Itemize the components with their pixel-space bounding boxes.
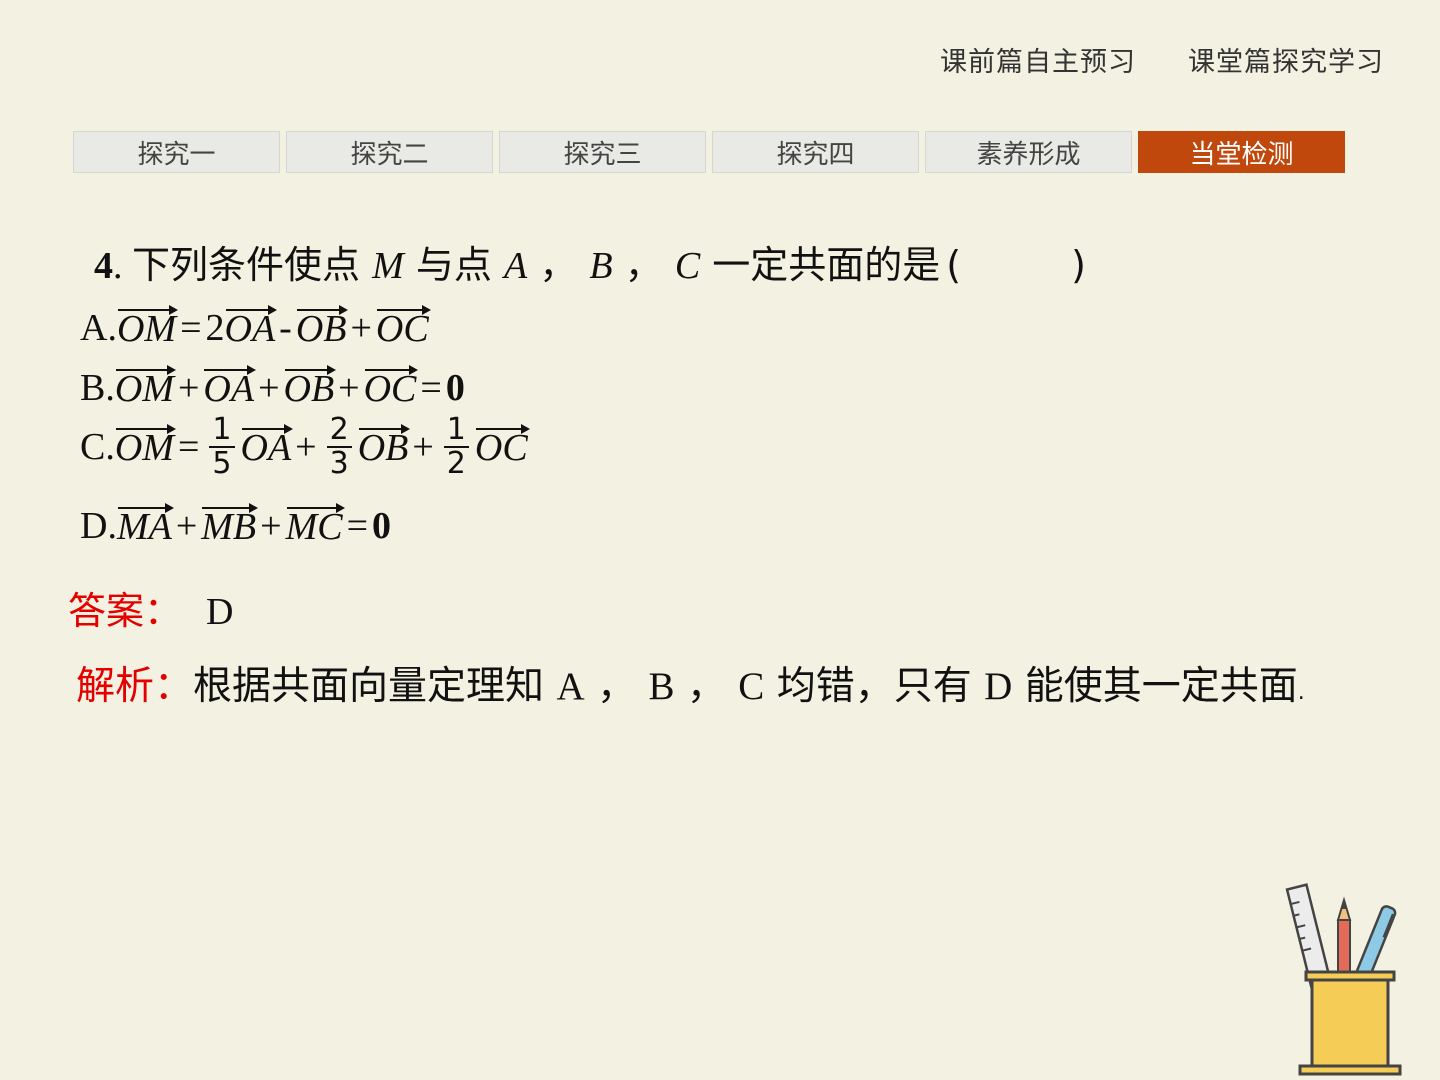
question-stem: 4. 下列条件使点 M 与点 A ， B ， C 一定共面的是() bbox=[94, 243, 1086, 287]
link-pre-class-study[interactable]: 课前篇自主预习 bbox=[940, 40, 1136, 79]
zero-vector: 0 bbox=[372, 505, 392, 547]
question-text-before: 下列条件使点 bbox=[132, 243, 361, 287]
section-tabs: 探究一 探究二 探究三 探究四 素养形成 当堂检测 bbox=[73, 131, 1345, 173]
vector-mc: MC bbox=[286, 503, 345, 549]
tab-explore-2[interactable]: 探究二 bbox=[286, 131, 493, 173]
vector-oc: OC bbox=[475, 423, 530, 470]
vector-ob: OB bbox=[284, 365, 336, 411]
point-m: M bbox=[372, 245, 404, 287]
fraction-one-half: 12 bbox=[443, 414, 469, 479]
vector-om: OM bbox=[115, 423, 177, 470]
analysis-label: 解析： bbox=[76, 664, 194, 709]
option-d: D. MA + MB + MC = 0 bbox=[80, 503, 392, 549]
option-b: B. OM + OA + OB + OC = 0 bbox=[80, 365, 465, 411]
option-a: A. OM = 2 OA - OB + OC bbox=[80, 305, 431, 351]
vector-oa: OA bbox=[225, 305, 277, 351]
vector-ob: OB bbox=[358, 423, 410, 470]
link-in-class-study[interactable]: 课堂篇探究学习 bbox=[1188, 40, 1384, 79]
tab-literacy[interactable]: 素养形成 bbox=[925, 131, 1132, 173]
answer-line: 答案： D bbox=[68, 580, 233, 635]
vector-oc: OC bbox=[364, 365, 419, 411]
question-number: 4 bbox=[94, 245, 113, 287]
option-c: C. OM = 15 OA + 23 OB + 12 OC bbox=[80, 412, 530, 481]
tab-classroom-check[interactable]: 当堂检测 bbox=[1138, 131, 1345, 173]
fraction-two-thirds: 23 bbox=[326, 414, 352, 479]
vector-oa: OA bbox=[241, 423, 293, 470]
tab-explore-1[interactable]: 探究一 bbox=[73, 131, 280, 173]
vector-ma: MA bbox=[117, 503, 174, 549]
fraction-one-fifth: 15 bbox=[209, 414, 235, 479]
question-text-mid: 与点 bbox=[415, 243, 492, 287]
pencil-cup-icon bbox=[1285, 883, 1402, 1076]
vector-ob: OB bbox=[296, 305, 349, 351]
point-a: A bbox=[503, 245, 528, 287]
analysis-paragraph: 解析：根据共面向量定理知 A ， B ， C 均错，只有 D 能使其一定共面. bbox=[76, 664, 1305, 709]
vector-om: OM bbox=[117, 305, 179, 351]
point-b: B bbox=[589, 245, 613, 287]
tab-explore-4[interactable]: 探究四 bbox=[712, 131, 919, 173]
question-text-after: 一定共面的是 bbox=[712, 243, 941, 287]
top-nav: 课前篇自主预习 课堂篇探究学习 bbox=[940, 40, 1384, 79]
vector-oa: OA bbox=[203, 365, 256, 411]
answer-value: D bbox=[206, 591, 234, 633]
zero-vector: 0 bbox=[445, 367, 465, 409]
vector-oc: OC bbox=[376, 305, 431, 351]
tab-explore-3[interactable]: 探究三 bbox=[499, 131, 706, 173]
answer-label: 答案： bbox=[68, 589, 183, 633]
point-c: C bbox=[674, 245, 701, 287]
vector-mb: MB bbox=[201, 503, 259, 549]
vector-om: OM bbox=[115, 365, 177, 411]
